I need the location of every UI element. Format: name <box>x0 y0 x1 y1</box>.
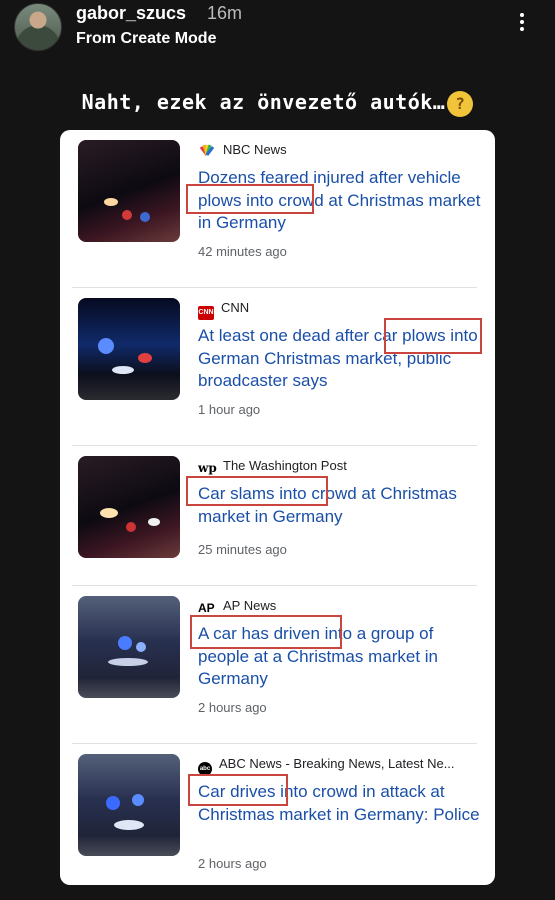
highlight-box <box>188 774 288 806</box>
source-name: AP News <box>223 598 277 613</box>
article-time: 2 hours ago <box>198 700 267 715</box>
source-name: The Washington Post <box>223 458 347 473</box>
article-source: abc ABC News - Breaking News, Latest Ne..… <box>198 756 455 776</box>
news-item[interactable]: NBC News Dozens feared injured after veh… <box>60 130 495 288</box>
thinking-face-icon: ? <box>447 90 474 117</box>
article-source: AP AP News <box>198 598 276 616</box>
news-item[interactable]: abc ABC News - Breaking News, Latest Ne..… <box>60 744 495 885</box>
news-card: NBC News Dozens feared injured after veh… <box>60 130 495 885</box>
story-caption: Naht, ezek az önvezető autók…? <box>0 90 555 117</box>
story-header: gabor_szucs 16m From Create Mode <box>0 0 555 60</box>
post-time: 16m <box>207 3 243 23</box>
article-thumbnail <box>78 298 180 400</box>
article-time: 1 hour ago <box>198 402 261 417</box>
article-time: 42 minutes ago <box>198 244 287 259</box>
nbc-peacock-icon <box>198 144 216 158</box>
wp-logo-icon: wp <box>198 461 217 475</box>
article-time: 2 hours ago <box>198 856 267 871</box>
article-thumbnail <box>78 140 180 242</box>
source-name: ABC News - Breaking News, Latest Ne... <box>219 756 455 771</box>
caption-text: Naht, ezek az önvezető autók… <box>81 90 446 114</box>
article-source: CNN CNN <box>198 300 250 320</box>
story-subtitle: From Create Mode <box>76 30 217 47</box>
highlight-box <box>384 318 482 354</box>
article-thumbnail <box>78 754 180 856</box>
more-options-icon[interactable] <box>510 10 534 38</box>
source-name: NBC News <box>223 142 287 157</box>
highlight-box <box>186 476 328 506</box>
article-time: 25 minutes ago <box>198 542 287 557</box>
article-source: NBC News <box>198 142 287 160</box>
article-thumbnail <box>78 596 180 698</box>
cnn-logo-icon: CNN <box>198 306 214 320</box>
article-thumbnail <box>78 456 180 558</box>
avatar[interactable] <box>14 3 62 51</box>
news-item[interactable]: wp The Washington Post Car slams into cro… <box>60 446 495 586</box>
highlight-box <box>190 615 342 649</box>
username[interactable]: gabor_szucs <box>76 3 186 24</box>
highlight-box <box>186 184 314 214</box>
news-item[interactable]: CNN CNN At least one dead after car plows… <box>60 288 495 446</box>
source-name: CNN <box>221 300 250 315</box>
ap-logo-icon: AP <box>198 601 215 615</box>
article-source: wp The Washington Post <box>198 458 347 476</box>
news-item[interactable]: AP AP News A car has driven into a group … <box>60 586 495 744</box>
